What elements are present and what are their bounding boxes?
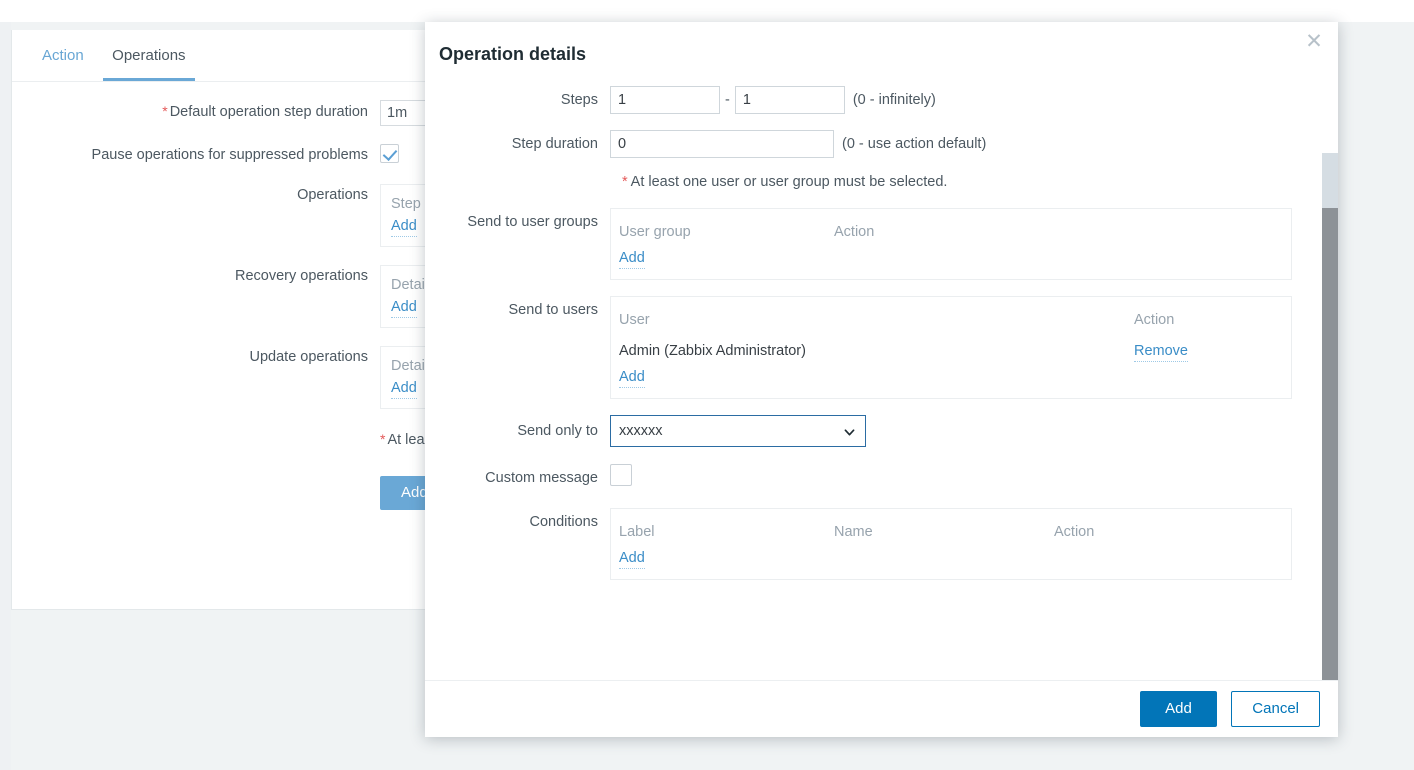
- pause-suppressed-checkbox[interactable]: [380, 144, 399, 163]
- tab-operations[interactable]: Operations: [100, 30, 197, 81]
- user-groups-add-link[interactable]: Add: [619, 248, 645, 269]
- remove-user-link[interactable]: Remove: [1134, 341, 1188, 362]
- row-conditions: Conditions Label Name Action Add: [425, 508, 1338, 580]
- steps-label: Steps: [560, 92, 598, 108]
- column-user-group: User group: [619, 224, 691, 240]
- row-custom-message: Custom message: [425, 464, 1338, 492]
- custom-message-checkbox[interactable]: [610, 464, 632, 486]
- table-header-row: User Action: [611, 305, 1291, 336]
- dialog-header: Operation details ✕: [425, 22, 1338, 78]
- update-operations-add-link[interactable]: Add: [391, 378, 417, 399]
- operation-details-dialog: Operation details ✕ Steps - (0 - infinit…: [425, 22, 1338, 737]
- column-action: Action: [834, 224, 875, 240]
- row-send-to-users: Send to users User Action Admin (Zabbix …: [425, 296, 1338, 399]
- steps-from-input[interactable]: [610, 86, 720, 114]
- send-only-to-select[interactable]: xxxxxx: [610, 415, 866, 447]
- user-name-cell: Admin (Zabbix Administrator): [619, 343, 806, 359]
- dialog-cancel-button[interactable]: Cancel: [1231, 691, 1320, 727]
- dialog-title: Operation details: [439, 44, 587, 64]
- required-asterisk: *: [622, 174, 628, 190]
- field-label: Recovery operations: [235, 268, 368, 284]
- dialog-body: Steps - (0 - infinitely) Step duration (…: [425, 78, 1338, 680]
- steps-range-separator: -: [725, 92, 730, 108]
- page-left-gutter: [0, 22, 11, 770]
- user-groups-table: User group Action Add: [610, 208, 1292, 280]
- step-duration-hint: (0 - use action default): [842, 136, 987, 152]
- field-label: Pause operations for suppressed problems: [91, 147, 368, 163]
- note-text: At least one user or user group must be …: [630, 174, 948, 190]
- steps-hint: (0 - infinitely): [852, 92, 936, 108]
- column-action: Action: [1134, 312, 1175, 328]
- conditions-add-row: Add: [611, 548, 1291, 569]
- dialog-footer: Add Cancel: [425, 680, 1338, 737]
- operations-add-link[interactable]: Add: [391, 216, 417, 237]
- send-to-users-control: User Action Admin (Zabbix Administrator)…: [610, 296, 1292, 399]
- row-step-duration: Step duration (0 - use action default): [425, 130, 1338, 158]
- field-label: Operations: [297, 187, 368, 203]
- required-asterisk: *: [380, 431, 386, 447]
- step-duration-input[interactable]: [610, 130, 834, 158]
- row-send-to-user-groups: Send to user groups User group Action Ad…: [425, 208, 1338, 280]
- custom-message-control: [610, 464, 632, 486]
- users-table: User Action Admin (Zabbix Administrator)…: [610, 296, 1292, 399]
- close-icon[interactable]: ✕: [1300, 28, 1328, 56]
- conditions-label: Conditions: [529, 514, 598, 530]
- chevron-down-icon: [844, 429, 855, 436]
- users-add-link[interactable]: Add: [619, 367, 645, 388]
- conditions-add-link[interactable]: Add: [619, 548, 645, 569]
- dialog-required-note: * At least one user or user group must be…: [622, 174, 1338, 190]
- label-text: Default operation step duration: [169, 104, 368, 120]
- user-groups-add-row: Add: [611, 248, 1291, 269]
- send-only-to-control: xxxxxx: [610, 415, 866, 447]
- dialog-scrollbar-upper-track[interactable]: [1322, 153, 1338, 208]
- send-to-user-groups-label: Send to user groups: [467, 214, 598, 230]
- users-add-row: Add: [611, 367, 1291, 388]
- table-header-row: Label Name Action: [611, 517, 1291, 548]
- custom-message-label: Custom message: [485, 470, 598, 486]
- step-duration-control: (0 - use action default): [610, 130, 986, 158]
- user-action-cell: Remove: [1134, 336, 1283, 367]
- table-row: Admin (Zabbix Administrator) Remove: [611, 336, 1291, 367]
- steps-control: - (0 - infinitely): [610, 86, 936, 114]
- column-user: User: [619, 312, 650, 328]
- row-steps: Steps - (0 - infinitely): [425, 86, 1338, 114]
- row-send-only-to: Send only to xxxxxx: [425, 415, 1338, 447]
- field-label: Update operations: [249, 349, 369, 365]
- send-only-to-value: xxxxxx: [619, 423, 663, 439]
- column-label: Label: [619, 524, 655, 540]
- conditions-control: Label Name Action Add: [610, 508, 1292, 580]
- tab-action[interactable]: Action: [30, 30, 96, 80]
- column-name: Name: [834, 524, 873, 540]
- required-asterisk: *: [162, 103, 168, 119]
- send-only-to-label: Send only to: [517, 423, 598, 439]
- column-action: Action: [1054, 524, 1095, 540]
- dialog-scrollbar-thumb[interactable]: [1322, 208, 1338, 680]
- step-duration-label: Step duration: [511, 136, 598, 152]
- conditions-table: Label Name Action Add: [610, 508, 1292, 580]
- send-to-users-label: Send to users: [508, 302, 598, 318]
- steps-to-input[interactable]: [734, 86, 845, 114]
- dialog-add-button[interactable]: Add: [1140, 691, 1217, 727]
- send-to-user-groups-control: User group Action Add: [610, 208, 1292, 280]
- recovery-operations-add-link[interactable]: Add: [391, 297, 417, 318]
- browser-top-strip: [0, 0, 1414, 22]
- field-label: * Default operation step duration: [12, 100, 380, 123]
- screen-root: Action Operations * Default operation ste…: [0, 0, 1414, 770]
- table-header-row: User group Action: [611, 217, 1291, 248]
